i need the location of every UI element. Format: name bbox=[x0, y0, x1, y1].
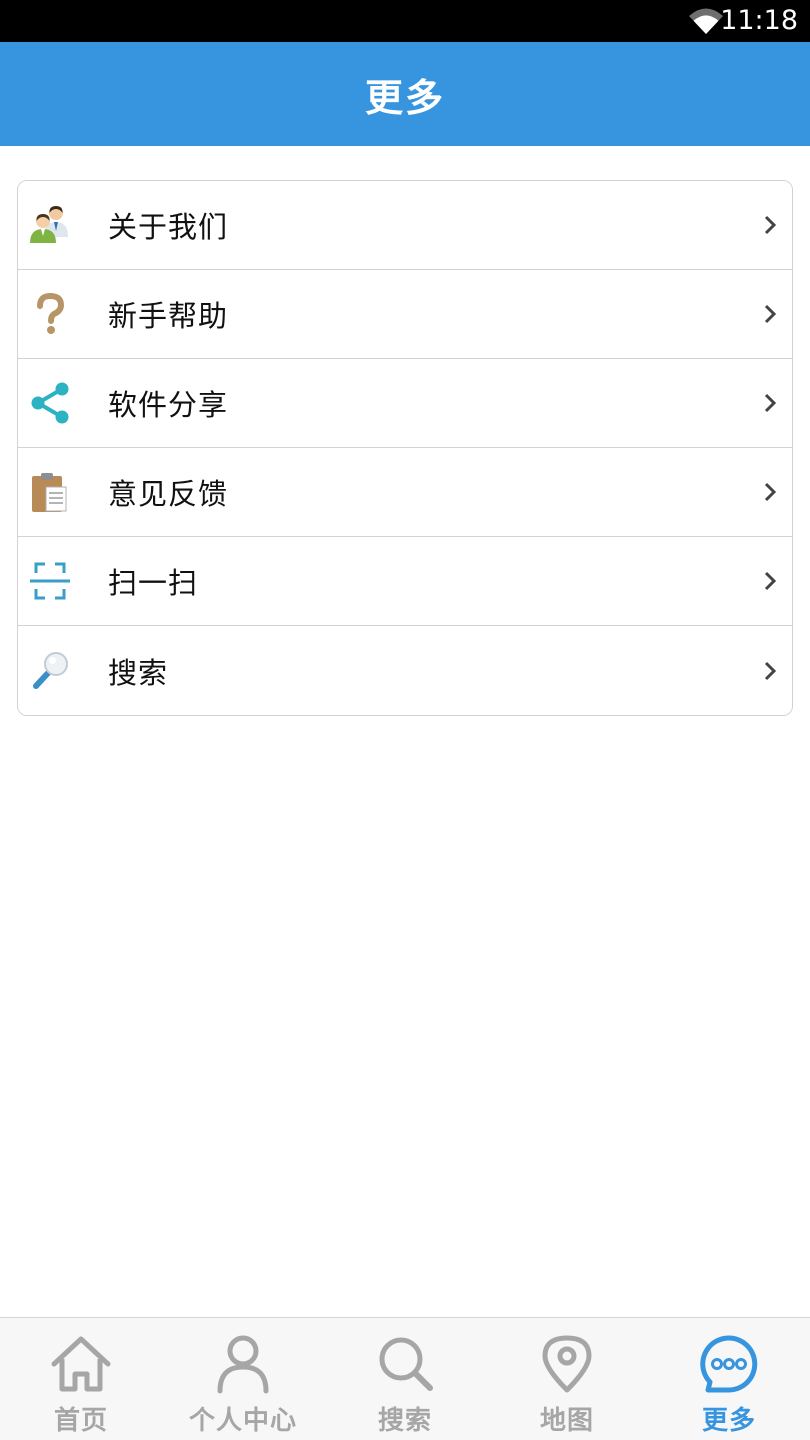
users-icon bbox=[28, 203, 72, 247]
clipboard-icon bbox=[28, 470, 72, 514]
tab-label: 个人中心 bbox=[188, 1406, 297, 1436]
title-bar: 更多 bbox=[0, 42, 810, 146]
tab-search[interactable]: 搜索 bbox=[324, 1318, 486, 1440]
magnifier-icon bbox=[28, 649, 72, 693]
page-title: 更多 bbox=[364, 75, 445, 120]
menu-item-feedback[interactable]: 意见反馈 bbox=[18, 448, 792, 537]
more-icon bbox=[696, 1334, 762, 1394]
tab-map[interactable]: 地图 bbox=[486, 1318, 648, 1440]
status-time: 11:18 bbox=[720, 5, 798, 36]
menu-item-label: 意见反馈 bbox=[108, 477, 229, 511]
menu-item-scan[interactable]: 扫一扫 bbox=[18, 537, 792, 626]
menu-list: 关于我们 新手帮助 软件分享 意见反馈 扫一扫 搜索 bbox=[17, 180, 793, 716]
chevron-right-icon bbox=[762, 481, 778, 503]
scan-icon bbox=[28, 559, 72, 603]
share-icon bbox=[28, 381, 72, 425]
search-icon bbox=[372, 1334, 438, 1394]
person-icon bbox=[210, 1334, 276, 1394]
menu-item-label: 软件分享 bbox=[108, 388, 229, 422]
chevron-right-icon bbox=[762, 303, 778, 325]
chevron-right-icon bbox=[762, 214, 778, 236]
map-pin-icon bbox=[534, 1334, 600, 1394]
status-bar: 11:18 bbox=[0, 0, 810, 42]
tab-profile[interactable]: 个人中心 bbox=[162, 1318, 324, 1440]
tab-label: 首页 bbox=[53, 1406, 108, 1436]
chevron-right-icon bbox=[762, 570, 778, 592]
tab-home[interactable]: 首页 bbox=[0, 1318, 162, 1440]
menu-item-about-us[interactable]: 关于我们 bbox=[18, 181, 792, 270]
menu-item-share-app[interactable]: 软件分享 bbox=[18, 359, 792, 448]
menu-item-search[interactable]: 搜索 bbox=[18, 626, 792, 715]
wifi-icon bbox=[688, 7, 724, 35]
menu-item-label: 新手帮助 bbox=[108, 299, 229, 333]
menu-item-label: 关于我们 bbox=[108, 210, 229, 244]
tab-label: 搜索 bbox=[377, 1406, 432, 1436]
tab-label: 更多 bbox=[701, 1406, 756, 1436]
bottom-tab-bar: 首页 个人中心 搜索 地图 更多 bbox=[0, 1317, 810, 1440]
chevron-right-icon bbox=[762, 660, 778, 682]
question-icon bbox=[28, 292, 72, 336]
menu-item-beginner-help[interactable]: 新手帮助 bbox=[18, 270, 792, 359]
screen: 11:18 更多 关于我们 新手帮助 软件分享 意见反馈 扫一扫 搜索 首页 个… bbox=[0, 0, 810, 1440]
home-icon bbox=[48, 1334, 114, 1394]
tab-more[interactable]: 更多 bbox=[648, 1318, 810, 1440]
menu-item-label: 搜索 bbox=[108, 655, 169, 690]
menu-item-label: 扫一扫 bbox=[108, 566, 199, 600]
chevron-right-icon bbox=[762, 392, 778, 414]
tab-label: 地图 bbox=[539, 1406, 594, 1436]
